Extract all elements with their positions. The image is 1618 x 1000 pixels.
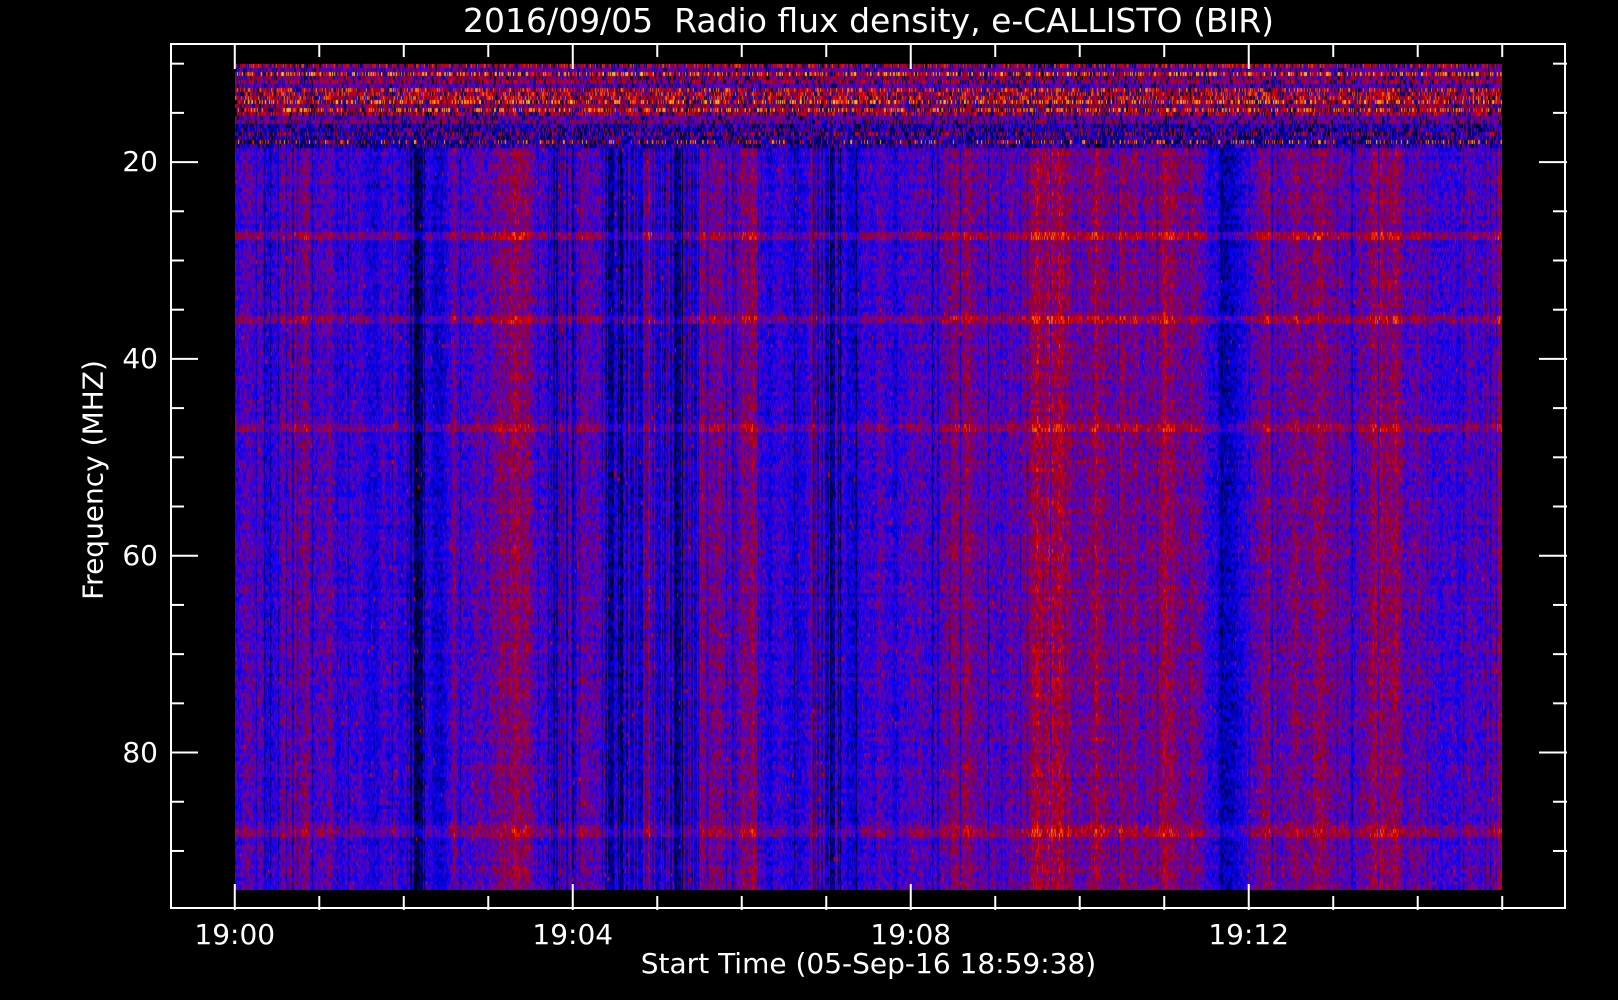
- x-tick-label: 19:08: [870, 918, 952, 951]
- y-tick-label: 20: [122, 145, 158, 179]
- x-tick-label: 19:00: [194, 918, 276, 951]
- x-axis-label: Start Time (05-Sep-16 18:59:38): [640, 947, 1097, 980]
- x-tick-label: 19:04: [532, 918, 614, 951]
- axis-ticks: [170, 43, 1567, 910]
- y-tick-label: 80: [122, 735, 158, 769]
- x-tick-label: 19:12: [1208, 918, 1290, 951]
- y-axis-label: Frequency (MHZ): [76, 360, 110, 600]
